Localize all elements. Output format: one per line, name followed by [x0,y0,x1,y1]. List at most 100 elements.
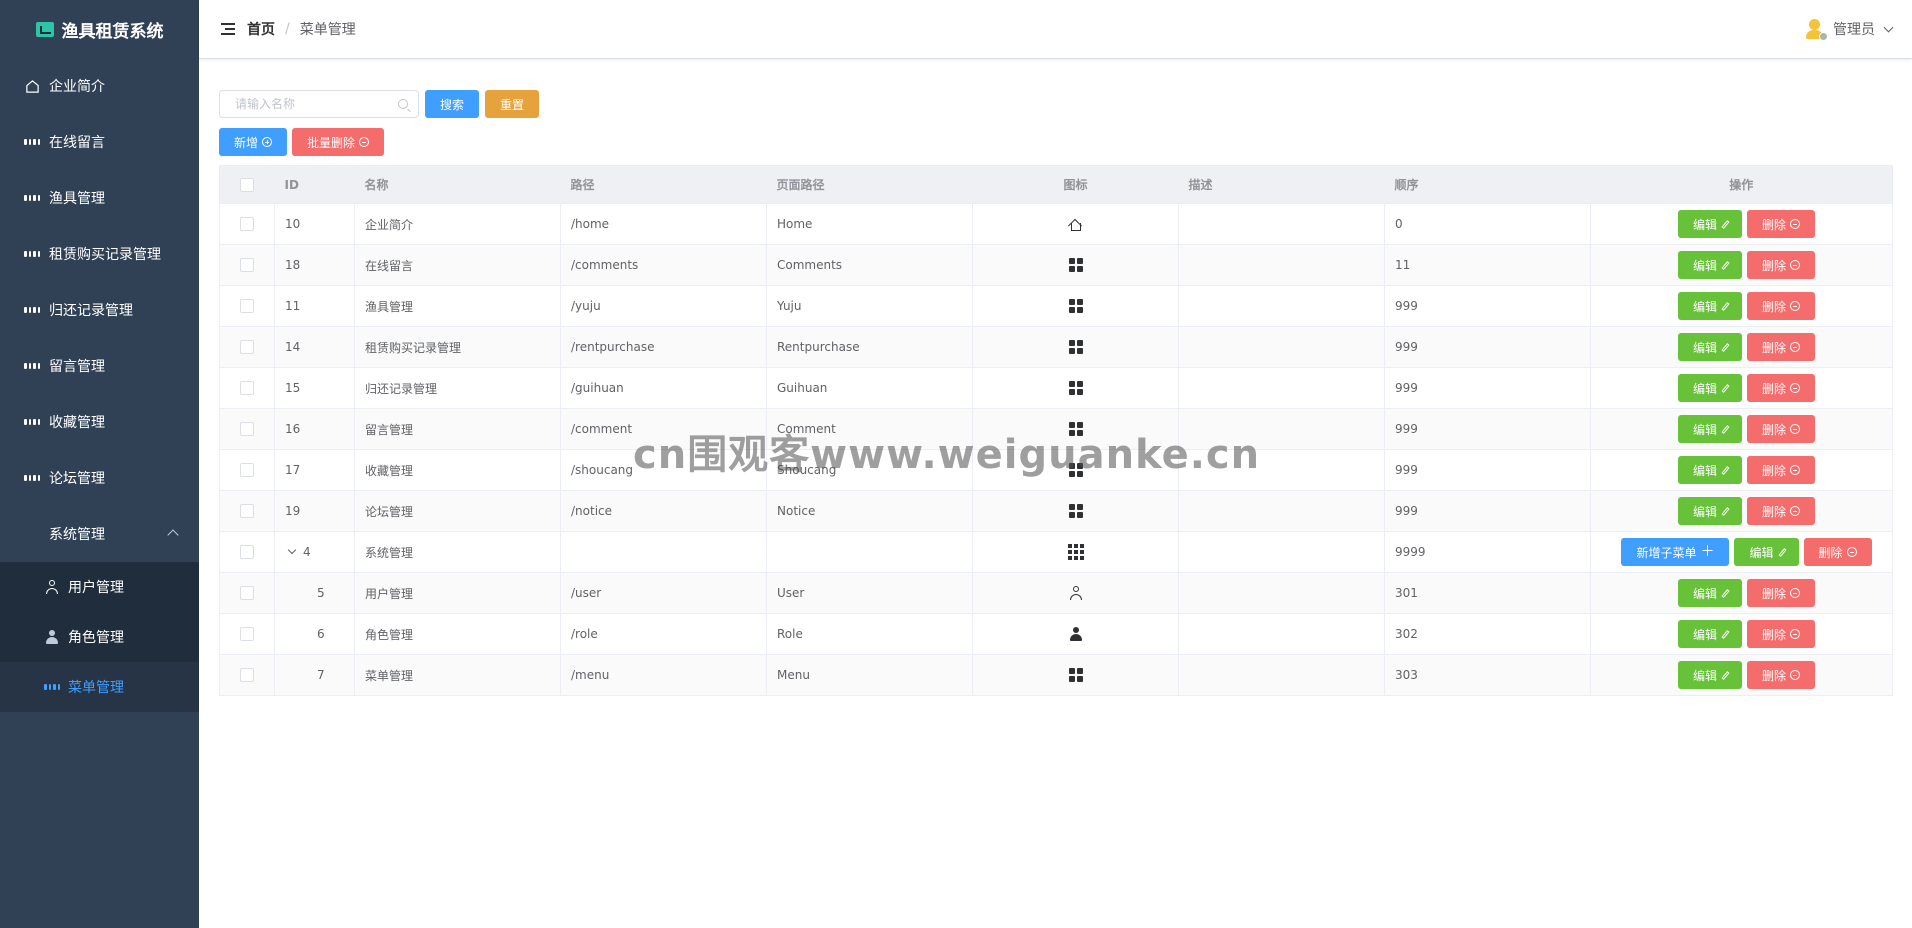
row-checkbox[interactable] [240,381,254,396]
sidebar-item-yuju[interactable]: 渔具管理 [0,170,199,226]
edit-button[interactable]: 编辑 [1677,374,1742,402]
batch-delete-button[interactable]: 批量删除 [292,128,385,156]
hamburger-icon[interactable] [221,23,235,35]
edit-button[interactable]: 编辑 [1677,579,1742,607]
id-cell: 5 [274,572,355,614]
row-checkbox[interactable] [240,258,254,273]
sidebar-item-comment[interactable]: 留言管理 [0,338,199,394]
add-child-label: 新增子菜单 [1636,545,1697,560]
id-cell: 18 [274,244,355,286]
delete-button[interactable]: 删除 [1747,661,1816,689]
select-all-cell [219,165,275,204]
sidebar-item-menu[interactable]: 菜单管理 [0,662,199,712]
edit-button[interactable]: 编辑 [1677,251,1742,279]
grid-icon [1068,668,1083,683]
row-checkbox[interactable] [240,504,254,519]
order-cell: 9999 [1384,531,1591,573]
sidebar-item-shoucang[interactable]: 收藏管理 [0,394,199,450]
edit-icon [1721,301,1730,311]
reset-button[interactable]: 重置 [485,90,540,118]
edit-button[interactable]: 编辑 [1677,497,1742,525]
sidebar-item-comments[interactable]: 在线留言 [0,114,199,170]
edit-label: 编辑 [1692,299,1717,314]
delete-button[interactable]: 删除 [1747,620,1816,648]
table-row: 17 收藏管理/shoucang Shoucang 999 编辑 删除 [219,449,1893,491]
breadcrumb-home[interactable]: 首页 [247,19,275,39]
sidebar-item-company[interactable]: 企业简介 [0,58,199,114]
delete-button[interactable]: 删除 [1747,415,1816,443]
icon-cell [972,490,1179,532]
delete-button[interactable]: 删除 [1747,497,1816,525]
row-checkbox[interactable] [240,340,254,355]
sidebar-item-rentpurchase[interactable]: 租赁购买记录管理 [0,226,199,282]
row-checkbox[interactable] [240,668,254,683]
row-checkbox[interactable] [240,586,254,601]
chevron-down-icon [1883,22,1894,32]
search-input[interactable] [235,97,398,111]
add-child-button[interactable]: 新增子菜单＋ [1621,538,1730,566]
row-checkbox[interactable] [240,463,254,478]
name-cell: 归还记录管理 [354,367,561,409]
sidebar-item-notice[interactable]: 论坛管理 [0,450,199,506]
order-cell: 302 [1384,613,1591,655]
name-cell: 收藏管理 [354,449,561,491]
row-actions: 编辑 删除 [1601,579,1892,607]
table-body: 10 企业简介/home Home 0 编辑 删除 18 在线留言/comments Comme… [219,203,1893,696]
sidebar-item-label: 在线留言 [49,135,105,151]
edit-button[interactable]: 编辑 [1677,456,1742,484]
sidebar-item-user[interactable]: 用户管理 [0,562,199,612]
page-path-cell: Notice [766,490,973,532]
desc-cell [1178,531,1385,573]
row-actions: 编辑 删除 [1601,415,1892,443]
delete-button[interactable]: 删除 [1803,538,1872,566]
page-path-cell: Comment [766,408,973,450]
select-cell [219,449,275,491]
edit-button[interactable]: 编辑 [1677,661,1742,689]
edit-label: 编辑 [1692,217,1717,232]
circle-minus-icon [1790,588,1801,598]
grid-icon [24,246,40,262]
row-checkbox[interactable] [240,299,254,314]
add-button[interactable]: 新增 [219,128,288,156]
select-cell [219,531,275,573]
edit-button[interactable]: 编辑 [1677,333,1742,361]
row-checkbox[interactable] [240,545,254,560]
plus-icon: ＋ [1700,544,1715,560]
delete-button[interactable]: 删除 [1747,333,1816,361]
path-cell: /rentpurchase [560,326,767,368]
circle-minus-icon [1790,260,1801,270]
page-path-cell: Guihuan [766,367,973,409]
select-cell [219,285,275,327]
delete-button[interactable]: 删除 [1747,210,1816,238]
row-checkbox[interactable] [240,217,254,232]
sidebar-item-system[interactable]: 系统管理 [0,506,199,562]
delete-button[interactable]: 删除 [1747,374,1816,402]
edit-icon [1777,547,1787,557]
expand-arrow-icon[interactable] [287,545,297,555]
sidebar-item-label: 角色管理 [68,630,124,646]
order-cell: 303 [1384,654,1591,696]
desc-cell [1178,285,1385,327]
select-all-checkbox[interactable] [240,177,255,192]
edit-button[interactable]: 编辑 [1734,538,1799,566]
edit-button[interactable]: 编辑 [1677,210,1742,238]
edit-button[interactable]: 编辑 [1677,415,1742,443]
delete-button[interactable]: 删除 [1747,456,1816,484]
delete-button[interactable]: 删除 [1747,251,1816,279]
row-actions: 编辑 删除 [1601,456,1892,484]
sidebar-item-guihuan[interactable]: 归还记录管理 [0,282,199,338]
search-button[interactable]: 搜索 [425,90,480,118]
delete-button[interactable]: 删除 [1747,579,1816,607]
edit-button[interactable]: 编辑 [1677,620,1742,648]
edit-button[interactable]: 编辑 [1677,292,1742,320]
sidebar-item-role[interactable]: 角色管理 [0,612,199,662]
row-checkbox[interactable] [240,627,254,642]
page-path-cell: Role [766,613,973,655]
icon-cell [972,367,1179,409]
delete-button[interactable]: 删除 [1747,292,1816,320]
user-icon [44,579,60,595]
home-icon [24,78,40,94]
user-dropdown[interactable]: 管理员 [1805,18,1894,41]
row-checkbox[interactable] [240,422,254,437]
table-row: 19 论坛管理/notice Notice 999 编辑 删除 [219,490,1893,532]
